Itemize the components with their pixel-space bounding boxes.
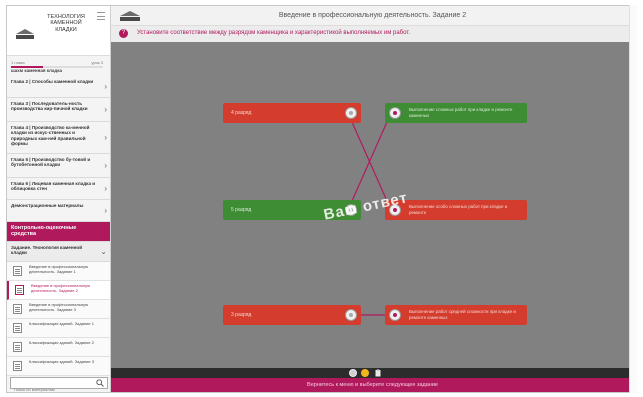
search-input[interactable] [11,384,91,392]
chapter-label: Глава 4 | Производство ка-менной кладки … [11,125,90,147]
task-group-label: Задание. Технология каменной кладки [11,245,83,256]
task-label: Введение в профессиональную деятельность… [31,283,91,293]
chapter-label: Глава 6 | Лицевая каменная кладка и обли… [11,181,96,192]
sidebar-task[interactable]: Введение в профессиональную деятельность… [7,262,110,281]
document-icon [13,342,22,352]
progress-label-left: 1 глава [11,60,25,65]
chevron-down-icon: ⌄ [100,246,107,256]
main-content: Введение в профессиональную деятельность… [111,6,634,392]
chevron-right-icon: › [104,160,107,170]
task-label: Классификация зданий. Задание 2 [29,340,94,345]
sidebar-task[interactable]: Классификация зданий. Задание 3 [7,357,110,376]
task-label: Классификация зданий. Задание 1 [29,321,94,326]
chevron-right-icon: › [104,205,107,215]
sidebar-task[interactable]: Введение в профессиональную деятельность… [7,300,110,319]
document-icon [13,361,22,371]
connector-knob[interactable] [389,309,401,321]
sidebar: ТЕХНОЛОГИЯ КАМЕННОЙ КЛАДКИ 1 глава урок … [7,6,111,392]
task-header: Введение в профессиональную деятельность… [111,6,634,26]
clipboard-icon[interactable] [374,369,382,377]
sidebar-task-group[interactable]: Задание. Технология каменной кладки ⌄ [7,242,110,262]
reset-icon[interactable] [349,369,357,377]
option-label: 3 разряд [231,312,252,318]
college-logo-icon [16,29,34,39]
chevron-right-icon: › [104,183,107,193]
chapter-list: Глава 2 | Способы каменной кладки › Глав… [7,76,110,376]
next-task-footer[interactable]: Вернитесь к меню и выберите следующее за… [111,378,634,392]
right-option-3[interactable]: Выполнение работ средней сложности при к… [385,305,527,325]
matching-area: 4 разряд 5 разряд 3 разряд Выполнение сл… [111,42,634,368]
task-label: Классификация зданий. Задание 3 [29,359,94,364]
option-label: 5 разряд [231,207,252,213]
connector-knob[interactable] [345,107,357,119]
search-icon[interactable] [96,379,104,387]
option-label: Выполнение работ средней сложности при к… [409,309,516,320]
left-option-1[interactable]: 4 разряд [223,103,361,123]
sidebar-chapter-6[interactable]: Глава 6 | Лицевая каменная кладка и обли… [7,178,110,200]
connector-knob[interactable] [389,107,401,119]
sidebar-task[interactable]: Классификация зданий. Задание 1 [7,319,110,338]
chevron-right-icon: › [104,81,107,91]
task-title: Введение в профессиональную деятельность… [278,12,467,19]
task-label: Введение в профессиональную деятельность… [29,264,89,274]
chevron-right-icon: › [104,132,107,142]
chapter-label: Глава 5 | Производство бу-товой и бутобе… [11,157,91,168]
sidebar-task[interactable]: Классификация зданий. Задание 2 [7,338,110,357]
document-icon [13,266,22,276]
progress-label-right: урок 3 [91,60,104,65]
sidebar-subtitle: шахм каменная кладка [11,68,63,73]
right-option-1[interactable]: Выполнение сложных работ при кладке и ре… [385,103,527,123]
sidebar-assessment-section[interactable]: Контрольно-оценочные средства [7,222,110,242]
chevron-right-icon: › [104,104,107,114]
connector-knob[interactable] [345,309,357,321]
task-label: Введение в профессиональную деятельность… [29,302,89,312]
sidebar-chapter-2[interactable]: Глава 2 | Способы каменной кладки › [7,76,110,98]
sidebar-chapter-5[interactable]: Глава 5 | Производство бу-товой и бутобе… [7,154,110,178]
left-option-3[interactable]: 3 разряд [223,305,361,325]
option-label: Выполнение особо сложных работ при кладк… [409,204,508,215]
question-icon: ? [119,29,128,38]
chapter-label: Демонстрационные материалы [11,203,84,208]
search-box [10,377,108,392]
option-label: Выполнение сложных работ при кладке и ре… [409,107,513,118]
player-controls [111,368,634,378]
course-title: ТЕХНОЛОГИЯ КАМЕННОЙ КЛАДКИ [47,14,85,33]
chapter-label: Глава 2 | Способы каменной кладки [11,79,94,84]
instruction-bar: ? Установите соответствие между разрядом… [111,26,634,42]
sidebar-header: ТЕХНОЛОГИЯ КАМЕННОЙ КЛАДКИ [7,6,110,56]
hint-icon[interactable] [361,369,369,377]
app-window: ТЕХНОЛОГИЯ КАМЕННОЙ КЛАДКИ 1 глава урок … [6,5,635,393]
document-icon [13,304,22,314]
sidebar-task-current[interactable]: Введение в профессиональную деятельность… [7,281,110,300]
section-label: Контрольно-оценочные средства [11,225,77,238]
sidebar-chapter-4[interactable]: Глава 4 | Производство ка-менной кладки … [7,122,110,154]
document-icon [13,323,22,333]
sidebar-demo-materials[interactable]: Демонстрационные материалы › [7,200,110,222]
sidebar-chapter-3[interactable]: Глава 3 | Последователь-ность производст… [7,98,110,122]
menu-icon[interactable] [97,12,105,21]
option-label: 4 разряд [231,110,252,116]
document-icon [15,285,24,295]
page-scrollbar[interactable] [629,5,637,393]
instruction-text: Установите соответствие между разрядом к… [137,30,411,36]
chapter-label: Глава 3 | Последователь-ность производст… [11,101,88,112]
